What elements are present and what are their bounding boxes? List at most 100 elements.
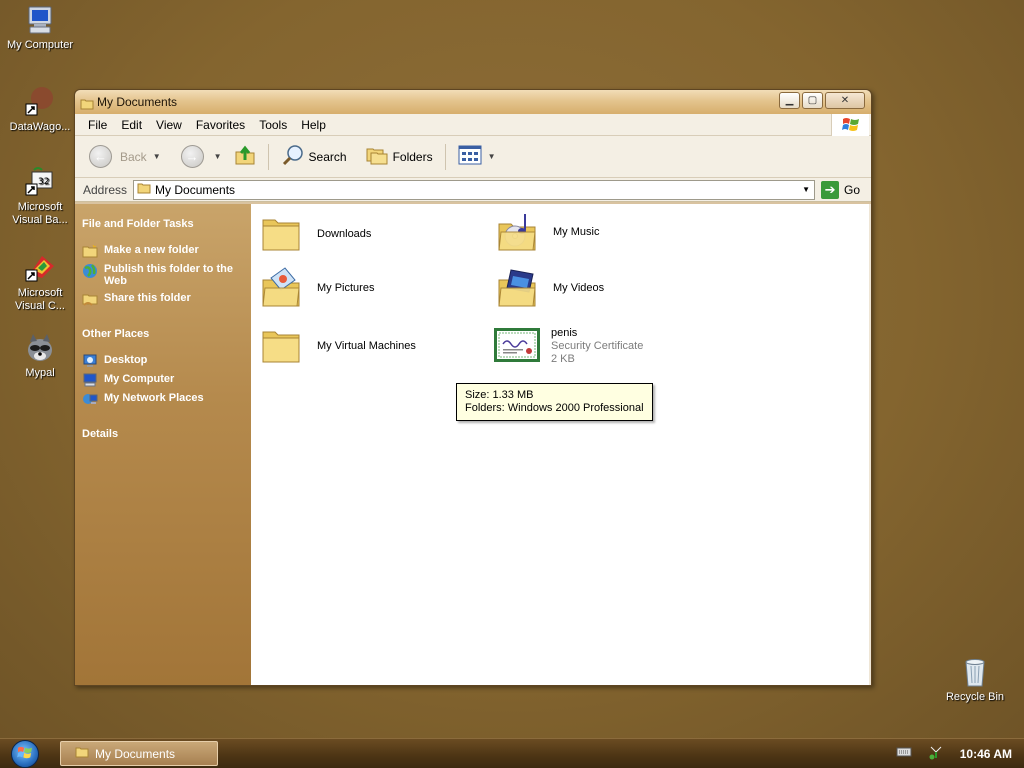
title-bar[interactable]: My Documents ▁ ▢ ✕ (75, 90, 871, 114)
taskbar: My Documents 10:46 AM (0, 738, 1024, 768)
desktop-icon-datawago[interactable]: DataWago... (0, 86, 80, 134)
network-icon[interactable] (928, 744, 944, 763)
section-title[interactable]: File and Folder Tasks (82, 218, 245, 230)
menu-help[interactable]: Help (294, 114, 333, 136)
views-button[interactable]: ▼ (454, 143, 500, 170)
menu-tools[interactable]: Tools (252, 114, 294, 136)
file-type: Security Certificate (551, 340, 644, 352)
go-arrow-icon: ➔ (821, 180, 840, 199)
desktop-icon-my-computer[interactable]: My Computer (0, 4, 80, 52)
menu-edit[interactable]: Edit (114, 114, 149, 136)
desktop-icon-label: Microsoft Visual Ba... (12, 201, 68, 226)
section-title[interactable]: Details (82, 428, 245, 440)
system-tray: 10:46 AM (896, 739, 1024, 768)
desktop: My Computer DataWago... 32 Microsoft Vis… (0, 0, 1024, 738)
file-item-my-virtual-machines[interactable]: My Virtual Machines (259, 324, 416, 368)
taskbar-button-label: My Documents (95, 746, 176, 761)
up-folder-icon (234, 144, 256, 169)
toolbar-separator (267, 143, 269, 170)
maximize-icon: ▢ (807, 94, 818, 106)
tooltip: Size: 1.33 MB Folders: Windows 2000 Prof… (456, 383, 653, 421)
taskbar-button-my-documents[interactable]: My Documents (60, 741, 218, 766)
keyboard-icon[interactable] (896, 746, 912, 761)
place-my-computer[interactable]: My Computer (82, 373, 245, 387)
address-input[interactable]: My Documents ▼ (133, 179, 816, 200)
search-button[interactable]: Search (277, 142, 351, 171)
folders-icon (365, 145, 389, 168)
minimize-button[interactable]: ▁ (779, 92, 800, 109)
file-item-certificate[interactable]: penis Security Certificate 2 KB (493, 324, 643, 368)
address-bar: Address My Documents ▼ ➔ Go (75, 178, 871, 202)
folder-icon (137, 181, 151, 198)
explorer-window: My Documents ▁ ▢ ✕ File Edit View Favori… (74, 89, 872, 686)
certificate-icon (493, 324, 541, 368)
place-label: My Computer (104, 373, 175, 385)
section-title[interactable]: Other Places (82, 328, 245, 340)
other-places-section: Other Places Desktop My Computer My Netw… (82, 328, 245, 406)
back-button[interactable]: ← Back ▼ (85, 143, 165, 170)
desktop-icon-label: Mypal (25, 367, 55, 379)
clock[interactable]: 10:46 AM (960, 747, 1012, 761)
start-button[interactable] (11, 740, 39, 768)
chevron-down-icon[interactable]: ▼ (798, 181, 814, 199)
file-item-my-videos[interactable]: My Videos (495, 266, 604, 310)
window-edge (869, 204, 871, 685)
task-share-folder[interactable]: Share this folder (82, 292, 245, 306)
file-item-my-pictures[interactable]: My Pictures (259, 266, 374, 310)
visual-c-icon (24, 252, 56, 284)
computer-icon (24, 4, 56, 36)
toolbar-separator (444, 143, 446, 170)
task-publish-folder[interactable]: Publish this folder to the Web (82, 263, 245, 287)
svg-text:32: 32 (38, 177, 49, 187)
go-label: Go (844, 182, 861, 197)
file-name: My Virtual Machines (317, 340, 416, 352)
visual-basic-icon: 32 (24, 166, 56, 198)
share-folder-icon (82, 292, 98, 306)
new-folder-icon (82, 244, 98, 258)
file-size: 2 KB (551, 353, 575, 365)
window-title: My Documents (97, 95, 178, 109)
place-my-network-places[interactable]: My Network Places (82, 392, 245, 406)
menu-favorites[interactable]: Favorites (189, 114, 252, 136)
close-button[interactable]: ✕ (825, 92, 865, 109)
desktop-icon-visual-basic[interactable]: 32 Microsoft Visual Ba... (0, 166, 80, 227)
folders-label: Folders (392, 149, 433, 164)
task-make-new-folder[interactable]: Make a new folder (82, 244, 245, 258)
globe-icon (82, 263, 98, 278)
file-item-downloads[interactable]: Downloads (259, 212, 371, 256)
datawago-icon (24, 86, 56, 118)
details-section: Details (82, 428, 245, 440)
desktop-icon-visual-c[interactable]: Microsoft Visual C... (0, 252, 80, 313)
videos-folder-icon (495, 266, 543, 310)
network-places-icon (82, 392, 98, 406)
close-icon: ✕ (840, 94, 850, 106)
menu-file[interactable]: File (81, 114, 114, 136)
place-label: Desktop (104, 354, 148, 366)
chevron-down-icon: ▼ (152, 152, 161, 161)
desktop-icon-recycle-bin[interactable]: Recycle Bin (935, 656, 1015, 704)
search-label: Search (308, 149, 347, 164)
go-button[interactable]: ➔ Go (821, 180, 861, 199)
recycle-bin-icon (959, 656, 991, 688)
file-item-my-music[interactable]: My Music (495, 210, 599, 254)
file-name: My Music (553, 226, 600, 238)
place-desktop[interactable]: Desktop (82, 354, 245, 368)
folder-icon (259, 212, 307, 256)
up-button[interactable] (230, 142, 260, 171)
menu-view[interactable]: View (149, 114, 189, 136)
maximize-button[interactable]: ▢ (802, 92, 823, 109)
back-label: Back (120, 149, 147, 164)
desktop-icon-mypal[interactable]: Mypal (0, 332, 80, 380)
forward-arrow-icon: → (180, 145, 204, 168)
folders-button[interactable]: Folders (361, 143, 437, 170)
tooltip-size: Size: 1.33 MB (465, 389, 534, 401)
forward-button[interactable]: → ▼ (177, 143, 226, 170)
desktop-icon-label: Recycle Bin (945, 691, 1005, 703)
folder-icon (259, 324, 307, 368)
toolbar: ← Back ▼ → ▼ Search Folders ▼ (75, 136, 871, 178)
address-label: Address (83, 182, 128, 197)
computer-icon (82, 373, 98, 387)
raccoon-icon (24, 332, 56, 364)
menu-bar: File Edit View Favorites Tools Help (75, 114, 871, 136)
content-area: File and Folder Tasks Make a new folder … (75, 204, 871, 685)
